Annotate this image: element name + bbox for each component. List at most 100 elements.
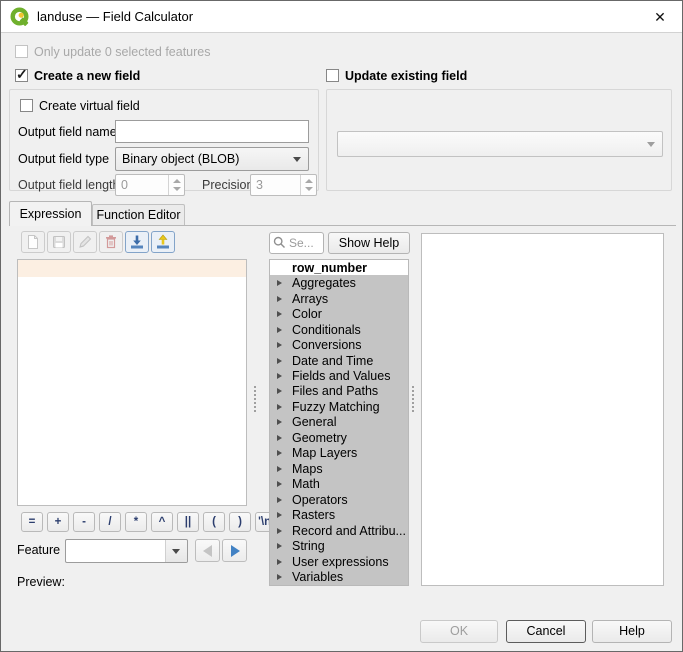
operator-button[interactable]: * [125,512,147,532]
expand-icon[interactable] [277,466,282,472]
expand-icon[interactable] [277,543,282,549]
function-group-label: Geometry [292,431,347,445]
expand-icon[interactable] [277,342,282,348]
create-new-field-checkbox[interactable]: ✓ [15,69,28,82]
function-group-row[interactable]: Record and Attribu... [270,523,408,538]
edit-expression-button[interactable] [73,231,97,253]
export-expression-button[interactable] [151,231,175,253]
function-item-row-number[interactable]: row_number [270,260,408,275]
spinner-buttons [300,175,316,195]
output-field-type-select[interactable]: Binary object (BLOB) [115,147,309,171]
help-button[interactable]: Help [592,620,672,643]
output-field-name-input[interactable] [115,120,309,143]
function-search [269,232,324,254]
operator-button[interactable]: / [99,512,121,532]
expand-icon[interactable] [277,373,282,379]
expand-icon[interactable] [277,559,282,565]
function-group-label: User expressions [292,555,389,569]
expand-icon[interactable] [277,296,282,302]
feature-label: Feature [17,543,60,557]
feature-select[interactable] [65,539,188,563]
function-group-row[interactable]: Fields and Values [270,368,408,383]
operator-button[interactable]: - [73,512,95,532]
close-icon[interactable]: ✕ [646,5,674,29]
operator-button[interactable]: || [177,512,199,532]
next-feature-button[interactable] [222,539,247,562]
function-group-row[interactable]: Conditionals [270,322,408,337]
operator-button[interactable]: ) [229,512,251,532]
new-expression-button[interactable] [21,231,45,253]
arrow-left-icon [203,545,212,557]
function-group-row[interactable]: Date and Time [270,353,408,368]
operator-button[interactable]: ^ [151,512,173,532]
tab-expression[interactable]: Expression [9,201,92,226]
expand-icon[interactable] [277,311,282,317]
create-virtual-field-checkbox[interactable] [20,99,33,112]
function-group-row[interactable]: General [270,415,408,430]
splitter-handle[interactable] [412,386,414,412]
splitter-handle[interactable] [254,386,256,412]
preview-label: Preview: [17,575,65,589]
function-group-row[interactable]: Files and Paths [270,384,408,399]
output-field-name-label: Output field name [18,125,117,139]
update-existing-field-checkbox[interactable] [326,69,339,82]
function-help-panel [421,233,664,586]
operator-button-row: = + - / * ^ || ( ) '\n' [21,512,257,532]
spin-down-icon [173,187,181,191]
title-bar[interactable]: landuse — Field Calculator ✕ [1,1,682,33]
save-expression-button[interactable] [47,231,71,253]
function-group-label: Aggregates [292,276,356,290]
expression-editor[interactable] [17,259,247,506]
output-field-length-stepper: 0 [115,174,185,196]
current-line-highlight [18,260,246,277]
function-group-row[interactable]: Conversions [270,337,408,352]
operator-button[interactable]: ( [203,512,225,532]
function-group-label: Operators [292,493,348,507]
function-group-label: Fuzzy Matching [292,400,380,414]
expand-icon[interactable] [277,280,282,286]
expand-icon[interactable] [277,497,282,503]
expand-icon[interactable] [277,512,282,518]
checkmark-icon: ✓ [16,66,28,83]
function-group-row[interactable]: Fuzzy Matching [270,399,408,414]
expand-icon[interactable] [277,450,282,456]
precision-stepper: 3 [250,174,317,196]
export-icon [155,234,171,250]
expand-icon[interactable] [277,327,282,333]
function-group-row[interactable]: Math [270,477,408,492]
expand-icon[interactable] [277,528,282,534]
operator-button[interactable]: = [21,512,43,532]
expand-icon[interactable] [277,388,282,394]
expand-icon[interactable] [277,481,282,487]
function-group-row[interactable]: Rasters [270,508,408,523]
function-group-row[interactable]: Color [270,306,408,321]
function-group-label: Date and Time [292,354,373,368]
expand-icon[interactable] [277,435,282,441]
expand-icon[interactable] [277,404,282,410]
cancel-button[interactable]: Cancel [506,620,586,643]
expand-icon[interactable] [277,574,282,580]
tab-function-editor[interactable]: Function Editor [92,204,185,225]
function-group-row[interactable]: User expressions [270,554,408,569]
function-group-row[interactable]: Arrays [270,291,408,306]
pencil-icon [77,234,93,250]
function-group-row[interactable]: Map Layers [270,446,408,461]
expand-icon[interactable] [277,358,282,364]
delete-expression-button[interactable] [99,231,123,253]
function-group-row[interactable]: Geometry [270,430,408,445]
chevron-down-icon [172,549,180,554]
window-title: landuse — Field Calculator [37,9,193,24]
function-group-row[interactable]: Variables [270,569,408,584]
function-group-row[interactable]: Operators [270,492,408,507]
function-group-row[interactable]: Aggregates [270,275,408,290]
function-group-row[interactable]: Maps [270,461,408,476]
function-group-label: Map Layers [292,446,357,460]
combo-arrow-button[interactable] [165,540,187,562]
function-group-row[interactable]: String [270,538,408,553]
function-group-label: String [292,539,325,553]
expand-icon[interactable] [277,419,282,425]
operator-button[interactable]: + [47,512,69,532]
dialog-body: Only update 0 selected features ✓ Create… [1,33,682,651]
show-help-button[interactable]: Show Help [328,232,410,254]
import-expression-button[interactable] [125,231,149,253]
